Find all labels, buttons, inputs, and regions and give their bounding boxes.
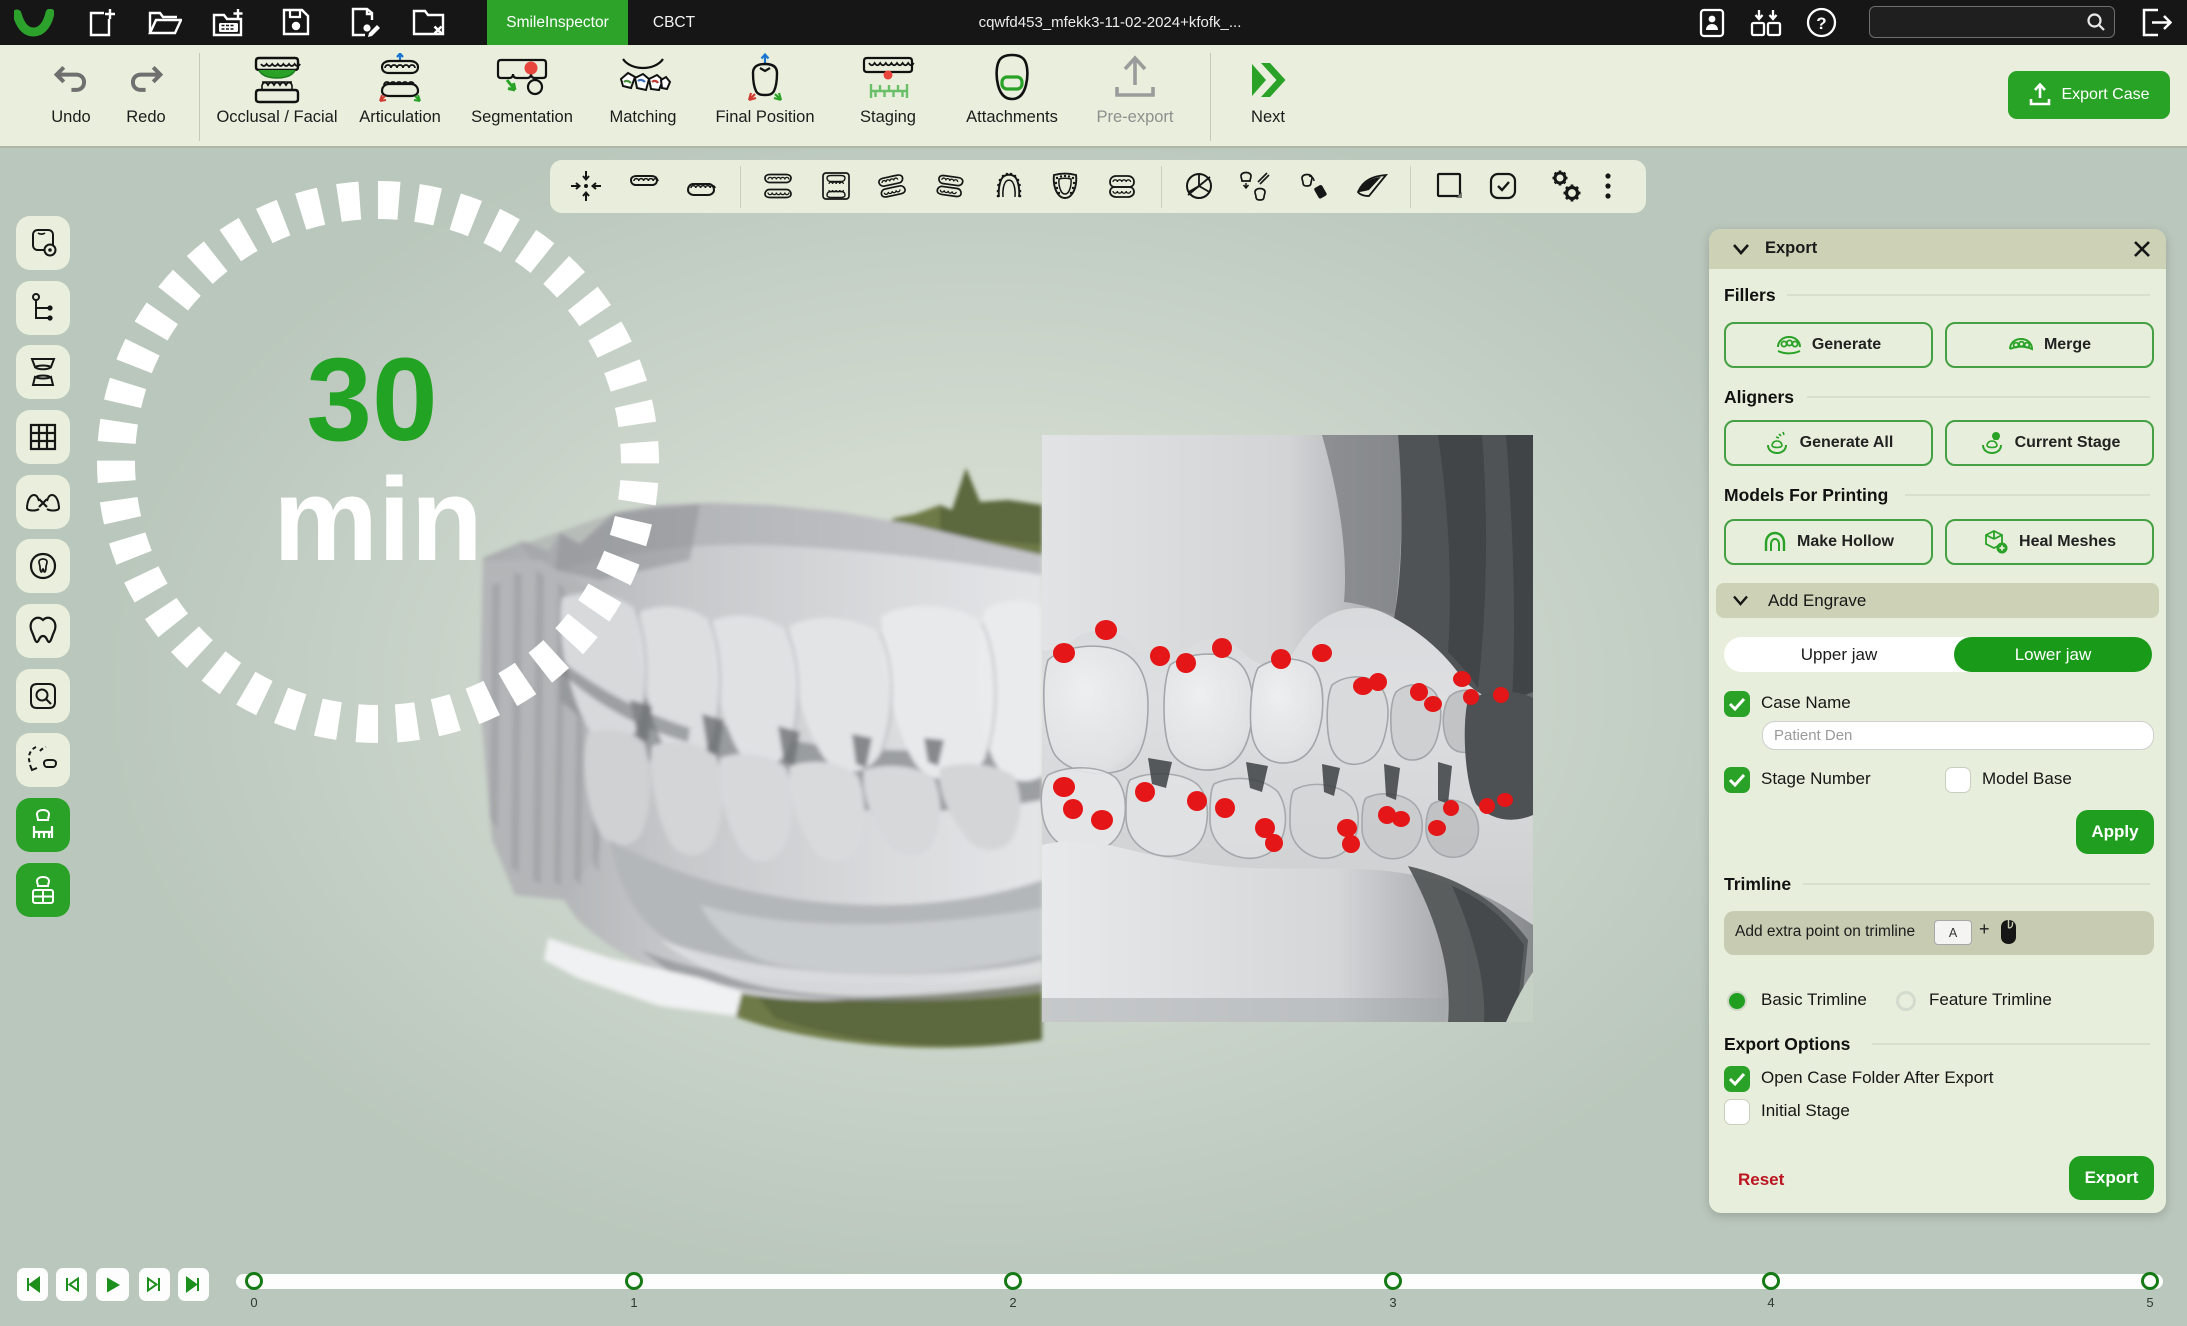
svg-text:?: ? bbox=[1816, 14, 1826, 33]
svg-text:min: min bbox=[273, 454, 483, 586]
svg-text:1: 1 bbox=[1994, 434, 1998, 441]
svg-text:30: 30 bbox=[306, 334, 437, 466]
